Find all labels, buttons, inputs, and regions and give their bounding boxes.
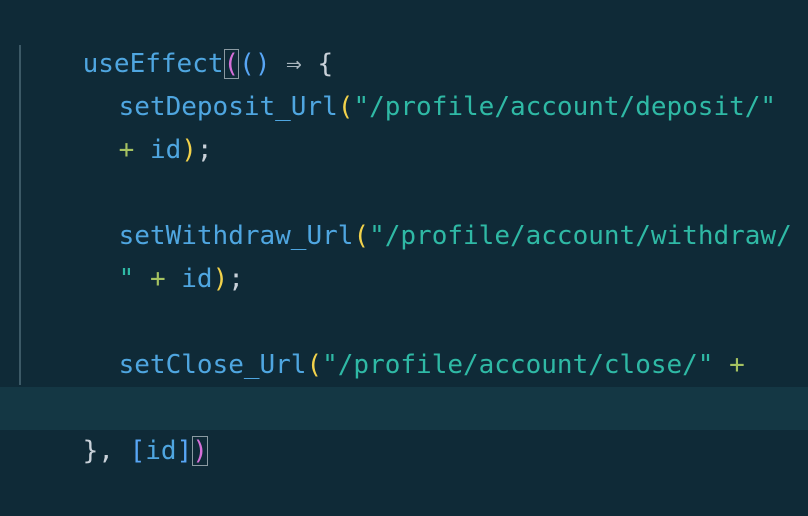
code-line-2[interactable]: setDeposit_Url("/profile/account/deposit… [0, 43, 808, 122]
identifier: id [149, 135, 182, 165]
plus-operator: + [118, 135, 135, 165]
semicolon: ; [228, 264, 244, 294]
paren-close: ) [181, 135, 197, 165]
paren-close: ) [212, 264, 229, 294]
comma: , [98, 436, 114, 466]
code-line-9[interactable]: id); [0, 344, 808, 423]
string-literal: " [118, 264, 135, 294]
code-line-5[interactable]: setWithdraw_Url("/profile/account/withdr… [0, 172, 808, 251]
identifier: id [145, 436, 177, 466]
brace-close: } [82, 436, 99, 466]
plus-operator: + [149, 264, 166, 294]
code-line-1[interactable]: useEffect(() ⇒ { [0, 0, 808, 79]
code-line-6[interactable]: " + id); [0, 215, 808, 294]
code-editor[interactable]: useEffect(() ⇒ { setDeposit_Url("/profil… [0, 0, 808, 466]
bracket-close: ] [176, 436, 193, 466]
code-line-3[interactable]: + id); [0, 86, 808, 165]
semicolon: ; [196, 135, 213, 165]
bracket-open: [ [129, 436, 146, 466]
code-line-8[interactable]: setClose_Url("/profile/account/close/" + [0, 301, 808, 380]
identifier: id [181, 264, 213, 294]
code-line-10[interactable]: }, [id]) [0, 387, 808, 466]
paren-close: ) [192, 436, 208, 466]
